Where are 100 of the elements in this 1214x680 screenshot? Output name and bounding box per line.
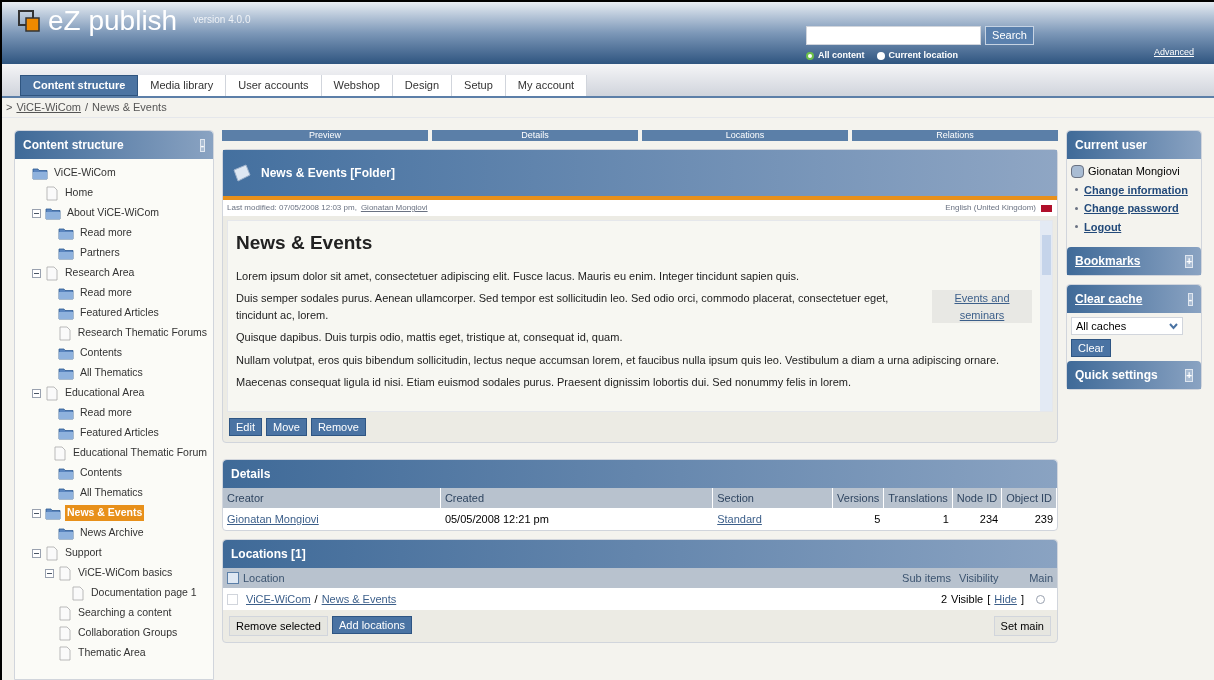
main-radio[interactable] [1036,594,1045,604]
action-button[interactable]: Add locations [332,616,413,634]
set-main-button[interactable]: Set main [993,616,1051,636]
nav-tab[interactable]: Design [392,75,453,96]
tree-item[interactable]: Educational Area [63,385,147,401]
tree-item[interactable]: Searching a content [76,605,174,621]
tree-item[interactable]: Educational Thematic Forum [70,445,209,461]
tree-item[interactable]: Read more [78,285,134,301]
collapse-toggle[interactable] [32,388,41,398]
column-header: Visibility [958,570,1000,586]
flag-icon [1040,203,1053,213]
collapse-toggle[interactable] [32,508,41,518]
table-link[interactable]: Standard [713,508,834,530]
nav-tab[interactable]: My account [505,75,588,96]
action-button[interactable]: Move [265,418,307,436]
radio-button[interactable] [876,51,885,60]
view-tab[interactable]: Locations [642,130,848,141]
tree-item[interactable]: Featured Articles [78,305,161,321]
tree-item[interactable]: Partners [78,245,122,261]
column-header: Main [1028,570,1054,586]
collapse-toggle[interactable] [32,268,41,278]
bullet-icon [1075,188,1078,192]
user-link[interactable]: Logout [1084,218,1122,235]
scrollbar[interactable] [1040,221,1052,411]
tree-item[interactable]: About ViCE-WiCom [65,205,161,221]
tree-item[interactable]: Featured Articles [78,425,161,441]
column-header: Node ID [952,488,1003,508]
cache-select[interactable]: All caches [1071,317,1183,335]
search-field[interactable] [806,26,982,45]
view-tab[interactable]: Preview [222,130,428,141]
action-button[interactable]: Remove [310,418,366,436]
side-link[interactable]: Events and seminars [932,290,1032,323]
tree-item[interactable]: Research Thematic Forums [75,325,209,341]
view-tab[interactable]: Details [432,130,638,141]
panel-title: Quick settings [1075,367,1158,384]
tree-item[interactable]: Support [63,545,104,561]
tree-item[interactable]: Collaboration Groups [76,625,180,641]
object-title: News & Events [Folder] [261,165,396,182]
breadcrumb-link[interactable]: ViCE-WiCom [16,99,81,116]
tree-item[interactable]: Documentation page 1 [89,585,199,601]
panel-title: Content structure [23,137,124,154]
hide-link[interactable]: Hide [994,590,1017,608]
dropdown-caret-icon [1169,322,1178,330]
table-link[interactable]: Gionatan Mongiovi [223,508,441,530]
tree-item[interactable]: Home [63,185,95,201]
collapse-toggle[interactable] [32,208,41,218]
breadcrumb-current: News & Events [92,100,167,116]
location-link[interactable]: News & Events [321,590,397,608]
select-all-icon[interactable] [227,572,239,584]
bullet-icon [1075,225,1078,229]
remove-selected-button[interactable]: Remove selected [229,616,328,636]
tree-item[interactable]: All Thematics [78,365,145,381]
tree-item[interactable]: Read more [78,225,134,241]
bracket: ] [1020,591,1024,607]
column-header: Location [243,570,286,586]
breadcrumb-separator: > [6,100,13,116]
tree-item[interactable]: ViCE-WiCom basics [76,565,175,581]
page-icon [57,325,72,341]
location-link[interactable]: ViCE-WiCom [246,590,311,608]
user-link[interactable]: Change password [1084,200,1179,217]
page-icon [45,545,59,561]
bookmarks-link[interactable]: Bookmarks [1075,252,1141,270]
action-button[interactable]: Edit [229,418,262,436]
page-icon [45,265,59,281]
tree-item[interactable]: Research Area [63,265,137,281]
tree-item[interactable]: All Thematics [78,485,145,501]
tree-item[interactable]: Contents [78,345,125,361]
tree-item[interactable]: Contents [78,465,125,481]
table-cell-text: 2 [939,591,949,607]
advanced-link[interactable]: Advanced [1153,46,1194,58]
author-link[interactable]: Gionatan Mongiovi [360,202,428,214]
clear-cache-link[interactable]: Clear cache [1075,290,1143,308]
column-header: Sub items [901,570,952,586]
tree-item[interactable]: Read more [78,405,134,421]
tree-item[interactable]: Thematic Area [76,645,148,661]
user-link[interactable]: Change information [1084,181,1188,198]
table-cell-text: 1 [941,512,950,527]
page-icon [58,565,72,581]
breadcrumb-separator: / [85,100,89,116]
tree-item[interactable]: News Archive [78,525,146,541]
nav-tab[interactable]: User accounts [226,75,322,96]
row-checkbox[interactable] [227,593,238,605]
tree-item[interactable]: ViCE-WiCom [52,165,118,181]
search-button[interactable]: Search [985,26,1034,45]
nav-tab[interactable]: Content structure [20,75,139,96]
nav-tab[interactable]: Webshop [321,75,393,96]
logo-text: eZ publish [48,8,178,34]
nav-tab[interactable]: Setup [452,75,506,96]
content-paragraph: Nullam volutpat, eros quis bibendum sollicitudin, lectus neque accumsan lorem, et faucibus nulla ipsum quis leo. Vestibulum a diam a urna adipiscing ornare. [236,352,1001,368]
radio-button[interactable] [806,51,815,60]
collapse-toggle[interactable] [32,548,41,558]
panel-title: Current user [1075,137,1148,154]
action-button[interactable]: Clear [1071,339,1112,357]
nav-tab[interactable]: Media library [138,75,227,96]
page-icon [58,625,72,641]
collapse-toggle[interactable] [45,568,54,578]
panel-title: Details [231,466,271,483]
table-cell-text: 239 [1033,512,1054,527]
view-tab[interactable]: Relations [852,130,1058,141]
column-header: Section [713,488,834,508]
